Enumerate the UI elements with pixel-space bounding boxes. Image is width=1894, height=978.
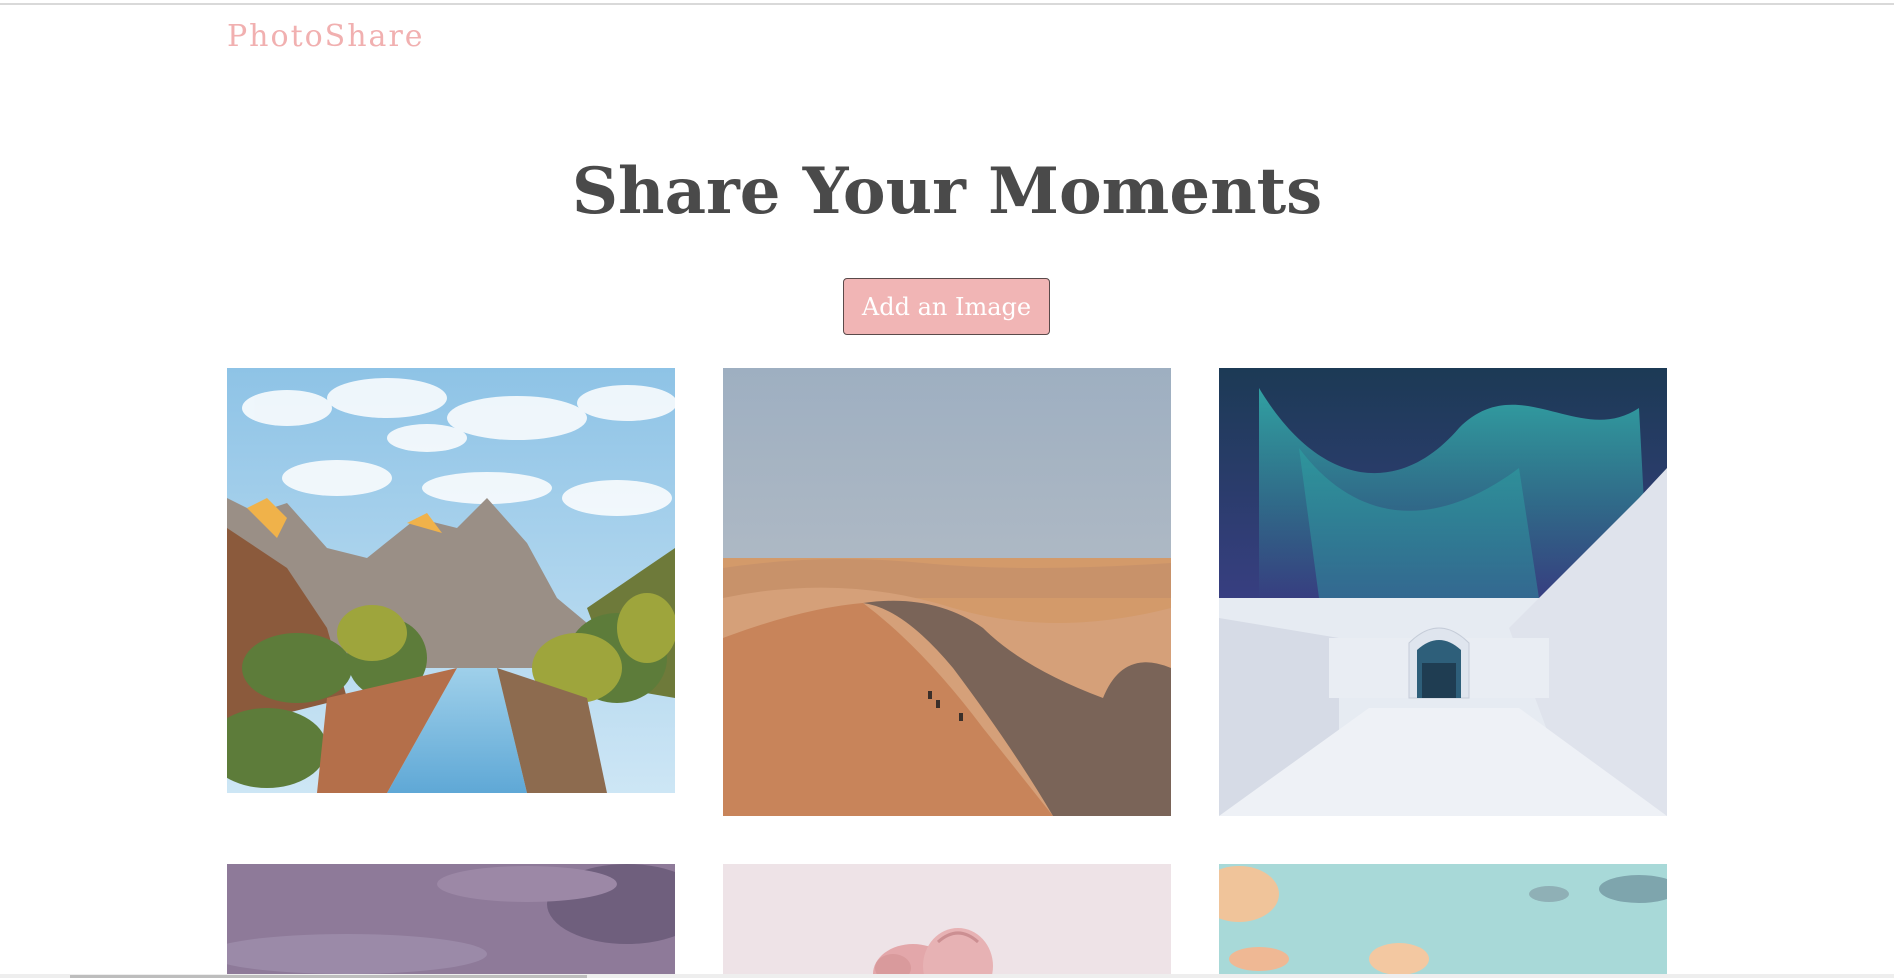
gallery-image-aurora[interactable] [1219,368,1667,816]
gallery-image-sunset-clouds[interactable] [1219,864,1667,974]
purple-sky-photo [227,864,675,974]
top-border [0,3,1894,5]
brand-logo-link[interactable]: PhotoShare [227,22,425,52]
add-image-button[interactable]: Add an Image [843,278,1050,335]
gallery-image-roses[interactable] [723,864,1171,974]
gallery-image-canyon[interactable] [227,368,675,793]
desert-photo [723,368,1171,816]
gallery-image-purple-sky[interactable] [227,864,675,974]
sunset-clouds-photo [1219,864,1667,974]
canyon-photo [227,368,675,793]
roses-photo [723,864,1171,974]
gallery-image-desert[interactable] [723,368,1171,816]
page-title: Share Your Moments [571,154,1323,229]
aurora-photo [1219,368,1667,816]
